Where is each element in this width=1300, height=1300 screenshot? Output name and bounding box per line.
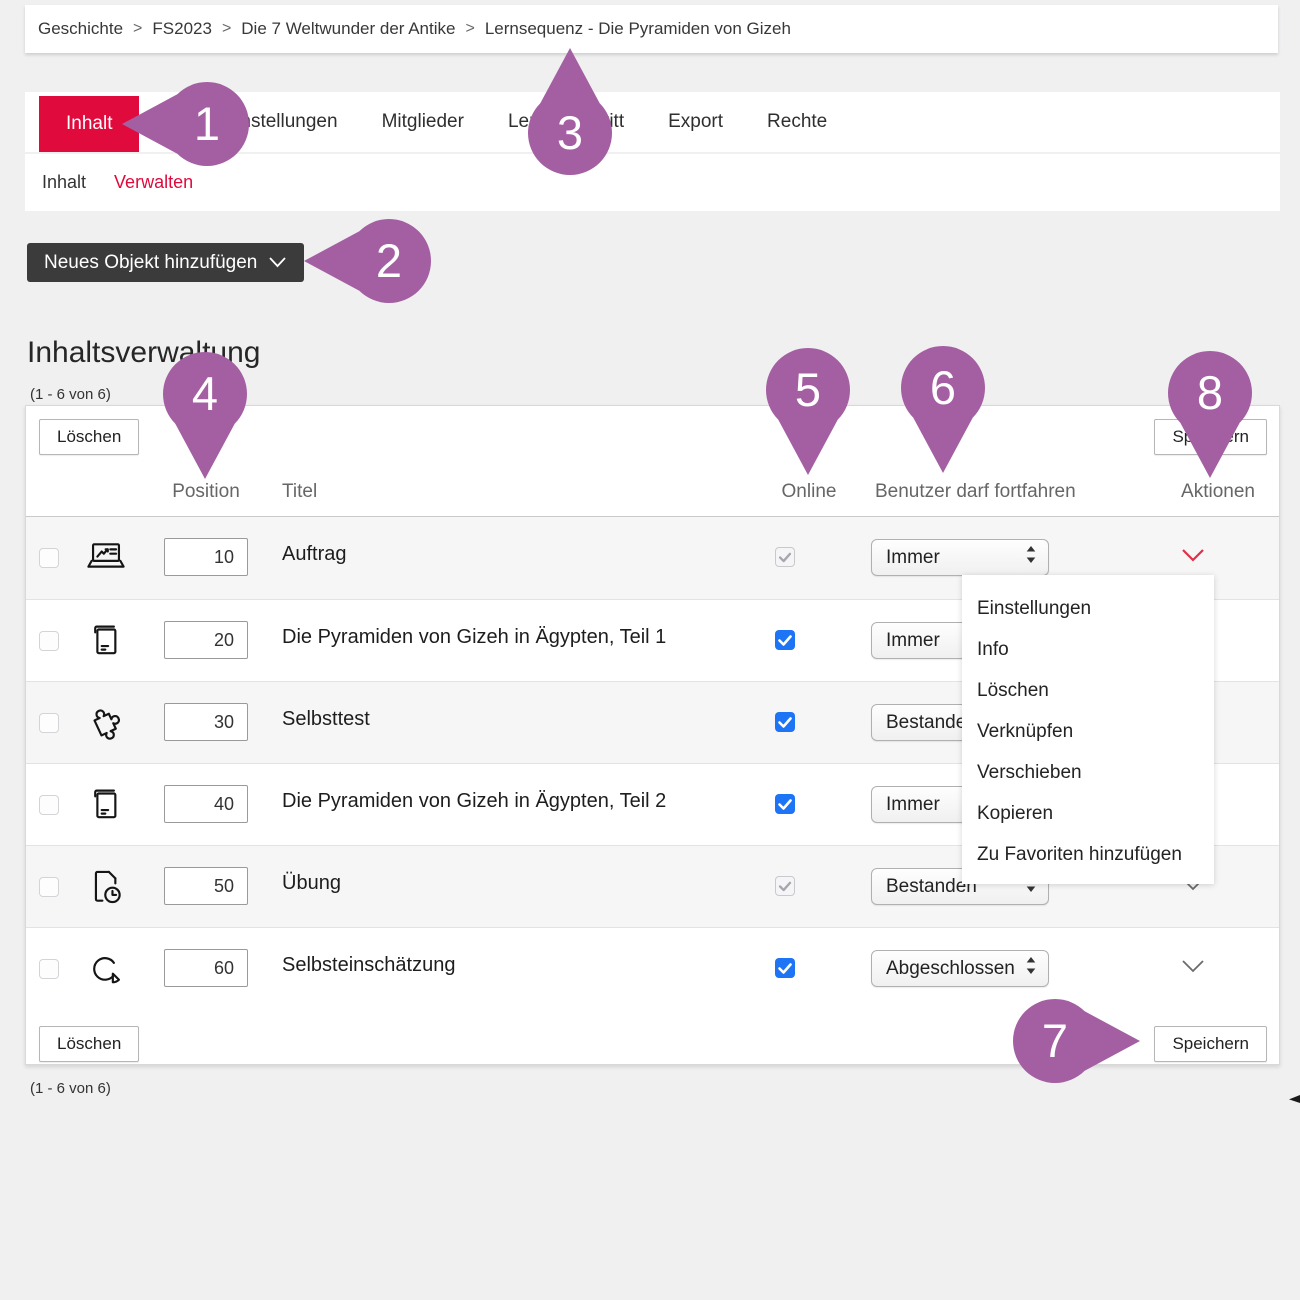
menu-item-verschieben[interactable]: Verschieben bbox=[962, 752, 1214, 793]
breadcrumb-separator: > bbox=[133, 20, 142, 38]
puzzle-icon bbox=[83, 700, 129, 746]
breadcrumb-item[interactable]: Lernsequenz - Die Pyramiden von Gizeh bbox=[485, 19, 791, 39]
subtab-inhalt[interactable]: Inhalt bbox=[42, 172, 86, 193]
tab-export[interactable]: Export bbox=[668, 111, 723, 133]
row-title: Selbsteinschätzung bbox=[282, 954, 455, 977]
menu-item-verkn-pfen[interactable]: Verknüpfen bbox=[962, 711, 1214, 752]
laptop-chart-icon bbox=[83, 535, 129, 581]
save-button-top[interactable]: Speichern bbox=[1154, 419, 1267, 455]
delete-button-top[interactable]: Löschen bbox=[39, 419, 139, 455]
learning-module-icon bbox=[83, 782, 129, 828]
add-new-object-label: Neues Objekt hinzufügen bbox=[44, 252, 257, 274]
chevron-down-icon bbox=[268, 256, 287, 269]
subtab-verwalten[interactable]: Verwalten bbox=[114, 172, 193, 193]
actions-dropdown-menu: EinstellungenInfoLöschenVerknüpfenVersch… bbox=[962, 575, 1214, 884]
file-clock-icon bbox=[83, 864, 129, 910]
row-select-checkbox[interactable] bbox=[39, 877, 59, 897]
select-arrows-icon bbox=[1026, 957, 1036, 980]
add-new-object-button[interactable]: Neues Objekt hinzufügen bbox=[27, 243, 304, 282]
menu-item-info[interactable]: Info bbox=[962, 629, 1214, 670]
column-header-actions: Aktionen bbox=[1173, 481, 1263, 503]
column-header-position: Position bbox=[164, 481, 248, 503]
menu-item-kopieren[interactable]: Kopieren bbox=[962, 793, 1214, 834]
position-input[interactable] bbox=[164, 867, 248, 905]
row-title: Übung bbox=[282, 872, 341, 895]
online-checkbox[interactable] bbox=[775, 712, 795, 732]
menu-item-zu-favoriten-hinzuf-gen[interactable]: Zu Favoriten hinzufügen bbox=[962, 834, 1214, 875]
row-title: Die Pyramiden von Gizeh in Ägypten, Teil… bbox=[282, 626, 666, 649]
position-input[interactable] bbox=[164, 621, 248, 659]
proceed-select-value: Abgeschlossen bbox=[886, 958, 1026, 980]
column-header-online: Online bbox=[776, 481, 842, 503]
select-arrows-icon bbox=[1026, 546, 1036, 569]
proceed-select[interactable]: Abgeschlossen bbox=[871, 950, 1049, 987]
column-header-proceed: Benutzer darf fortfahren bbox=[875, 481, 1076, 503]
online-checkbox bbox=[775, 547, 795, 567]
row-select-checkbox[interactable] bbox=[39, 959, 59, 979]
breadcrumb-item[interactable]: Die 7 Weltwunder der Antike bbox=[241, 19, 455, 39]
table-row: Selbsteinschätzung Abgeschlossen bbox=[26, 927, 1279, 1009]
online-checkbox[interactable] bbox=[775, 958, 795, 978]
save-button-bottom[interactable]: Speichern bbox=[1154, 1026, 1267, 1062]
pie-chart-icon bbox=[83, 946, 129, 992]
breadcrumb: Geschichte > FS2023 > Die 7 Weltwunder der A… bbox=[25, 5, 1278, 53]
actions-chevron-icon[interactable] bbox=[1179, 546, 1207, 564]
row-select-checkbox[interactable] bbox=[39, 795, 59, 815]
result-range-top: (1 - 6 von 6) bbox=[30, 386, 111, 403]
breadcrumb-item[interactable]: Geschichte bbox=[38, 19, 123, 39]
menu-item-l-schen[interactable]: Löschen bbox=[962, 670, 1214, 711]
page-title: Inhaltsverwaltung bbox=[27, 336, 260, 370]
position-input[interactable] bbox=[164, 785, 248, 823]
proceed-select[interactable]: Immer bbox=[871, 539, 1049, 576]
learning-module-icon bbox=[83, 618, 129, 664]
tab-inhalt[interactable]: Inhalt bbox=[39, 96, 139, 152]
online-checkbox bbox=[775, 876, 795, 896]
row-title: Die Pyramiden von Gizeh in Ägypten, Teil… bbox=[282, 790, 666, 813]
actions-chevron-icon[interactable] bbox=[1179, 957, 1207, 975]
breadcrumb-separator: > bbox=[465, 20, 474, 38]
row-title: Auftrag bbox=[282, 543, 346, 566]
row-select-checkbox[interactable] bbox=[39, 713, 59, 733]
row-select-checkbox[interactable] bbox=[39, 548, 59, 568]
result-range-bottom: (1 - 6 von 6) bbox=[30, 1080, 111, 1097]
row-title: Selbsttest bbox=[282, 708, 370, 731]
tab-lernfortschritt[interactable]: Lernfortschritt bbox=[508, 111, 624, 133]
online-checkbox[interactable] bbox=[775, 794, 795, 814]
tab-einstellungen[interactable]: Einstellungen bbox=[223, 111, 337, 133]
tab-rechte[interactable]: Rechte bbox=[767, 111, 827, 133]
callout-marker-2: 2 bbox=[339, 214, 439, 354]
subtab-bar: Inhalt Verwalten bbox=[25, 154, 1280, 211]
ilias-content-admin-page: Geschichte > FS2023 > Die 7 Weltwunder der A… bbox=[0, 0, 1300, 1300]
online-checkbox[interactable] bbox=[775, 630, 795, 650]
breadcrumb-separator: > bbox=[222, 20, 231, 38]
callout-number: 2 bbox=[339, 231, 439, 291]
cursor-artifact bbox=[1289, 1095, 1300, 1103]
menu-item-einstellungen[interactable]: Einstellungen bbox=[962, 588, 1214, 629]
breadcrumb-item[interactable]: FS2023 bbox=[152, 19, 212, 39]
delete-button-bottom[interactable]: Löschen bbox=[39, 1026, 139, 1062]
tab-bar: Inhalt Einstellungen Mitglieder Lernfortsch… bbox=[25, 92, 1280, 152]
position-input[interactable] bbox=[164, 949, 248, 987]
position-input[interactable] bbox=[164, 703, 248, 741]
column-header-title: Titel bbox=[282, 481, 317, 503]
proceed-select-value: Immer bbox=[886, 547, 1026, 569]
tab-mitglieder[interactable]: Mitglieder bbox=[382, 111, 464, 133]
row-select-checkbox[interactable] bbox=[39, 631, 59, 651]
position-input[interactable] bbox=[164, 538, 248, 576]
